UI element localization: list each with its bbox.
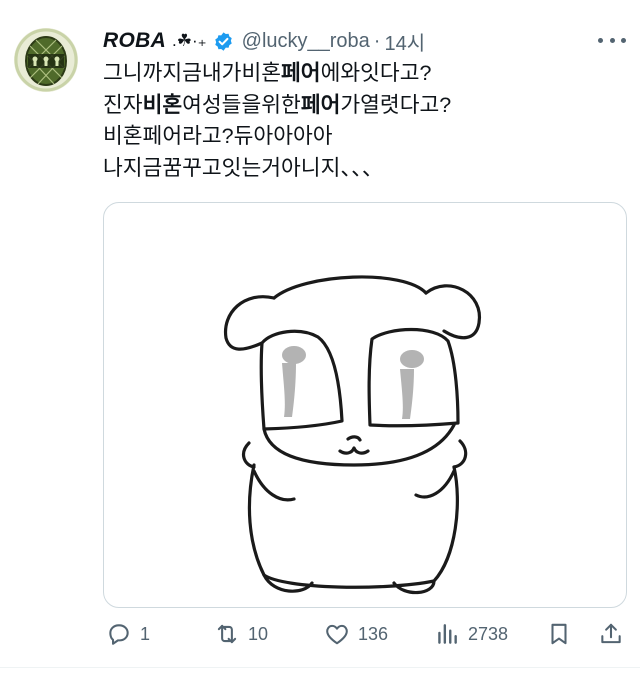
share-button[interactable] (598, 616, 624, 652)
bookmark-button[interactable] (546, 616, 572, 652)
tweet-text-segment: 그니까지금내가비혼 (103, 61, 282, 85)
separator-dot: · (373, 29, 381, 52)
retweet-icon (217, 624, 237, 644)
tweet-text-segment: 여성들을위한 (182, 92, 301, 117)
tweet[interactable]: ROBA .☘︎·₊ @lucky__roba · 14시 그니까지금내가비혼페… (0, 0, 640, 685)
more-options-icon[interactable] (598, 30, 626, 50)
retweet-count: 10 (248, 623, 269, 644)
tweet-time[interactable]: 14시 (384, 27, 425, 56)
bookmark-icon (551, 623, 567, 645)
tweet-header: ROBA .☘︎·₊ @lucky__roba · 14시 (103, 26, 425, 56)
tweet-text-line: 나지금꿈꾸고잇는거아니지、、、 (103, 153, 623, 185)
views-count: 2738 (468, 623, 509, 644)
verified-badge-icon (213, 31, 234, 52)
avatar-emblem-icon (14, 28, 78, 92)
reply-icon (109, 624, 129, 645)
retweet-button[interactable]: 10 (214, 616, 268, 652)
views-button[interactable]: 2738 (434, 616, 508, 652)
tweet-text-segment: 비혼페어라고?듀아아아아 (103, 124, 333, 148)
tweet-media-image[interactable] (103, 202, 627, 608)
avatar[interactable] (14, 28, 78, 92)
tweet-text-segment: 나지금꿈꾸고잇는거아니지、、、 (103, 155, 384, 180)
views-chart-icon (438, 624, 457, 644)
name-decoration: .☘︎·₊ (172, 31, 207, 50)
reply-button[interactable]: 1 (106, 616, 150, 652)
user-handle[interactable]: @lucky__roba (242, 30, 370, 53)
reply-count: 1 (140, 623, 151, 644)
tweet-text-line: 그니까지금내가비혼페어에와잇다고? (103, 58, 623, 90)
tweet-text-segment: 에와잇다고? (320, 61, 432, 85)
tweet-text-line: 진자비혼여성들을위한페어가열렷다고? (103, 90, 623, 122)
divider (0, 667, 640, 668)
tweet-text: 그니까지금내가비혼페어에와잇다고? 진자비혼여성들을위한페어가열렷다고? 비혼페어라… (103, 58, 623, 184)
tweet-text-line: 비혼페어라고?듀아아아아 (103, 121, 623, 153)
tweet-action-bar: 1 10 136 2738 (0, 616, 640, 652)
like-count: 136 (358, 623, 389, 644)
heart-icon (326, 624, 348, 645)
crying-puppy-drawing (223, 275, 481, 595)
highlighted-keyword: 페어 (281, 61, 321, 85)
highlighted-keyword: 비혼 (142, 92, 183, 117)
tweet-text-segment: 진자 (103, 92, 143, 117)
tweet-text-segment: 가열렷다고? (340, 92, 452, 117)
share-icon (601, 623, 621, 644)
highlighted-keyword: 페어 (300, 92, 341, 117)
display-name[interactable]: ROBA (103, 29, 166, 53)
like-button[interactable]: 136 (324, 616, 388, 652)
